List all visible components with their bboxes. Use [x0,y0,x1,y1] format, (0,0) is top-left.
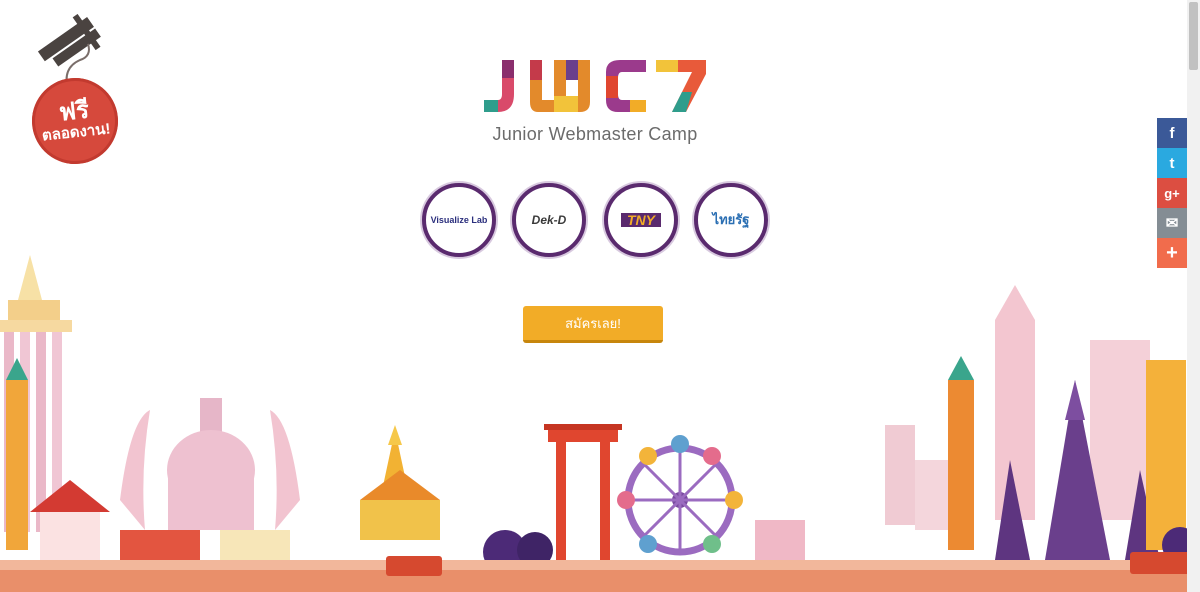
logo-wordmark [484,60,706,112]
badge-line-1: ฟรี [57,96,91,127]
sponsor-name: Visualize Lab [430,215,488,225]
facebook-share-button[interactable]: f [1157,118,1187,148]
facebook-icon: f [1169,124,1175,142]
city-skyline-illustration [0,255,1200,592]
twitter-icon: t [1169,154,1175,172]
badge-line-2: ตลอดงาน! [41,120,112,145]
logo-subtitle: Junior Webmaster Camp [492,124,698,144]
sponsor-dek-d[interactable]: Dek-D [512,183,586,257]
sponsor-thairath[interactable]: ไทยรัฐ [694,183,768,257]
page-scrollbar[interactable] [1187,0,1200,592]
jwc7-logo: Junior Webmaster Camp [480,56,710,156]
social-share-bar: f t g+ ✉ + [1157,118,1187,268]
landing-page: ฟรี ตลอดงาน! Junior Webmaster Camp Visua… [0,0,1200,592]
more-share-button[interactable]: + [1157,238,1187,268]
email-share-button[interactable]: ✉ [1157,208,1187,238]
google-plus-icon: g+ [1164,185,1180,201]
google-plus-share-button[interactable]: g+ [1157,178,1187,208]
email-icon: ✉ [1165,215,1179,232]
twitter-share-button[interactable]: t [1157,148,1187,178]
register-button[interactable]: สมัครเลย! [523,306,663,343]
sponsor-visualize-lab[interactable]: Visualize Lab [422,183,496,257]
free-event-badge: ฟรี ตลอดงาน! [27,13,128,169]
sponsor-tny[interactable]: TNY [604,183,678,257]
sponsor-name: TNY [621,213,661,227]
sponsor-name: ไทยรัฐ [712,212,750,227]
sponsor-name: Dek-D [531,213,567,227]
scrollbar-thumb[interactable] [1189,2,1198,70]
plus-icon: + [1166,241,1178,264]
sponsor-list: Visualize Lab Dek-D TNY ไทยรัฐ [420,183,770,257]
